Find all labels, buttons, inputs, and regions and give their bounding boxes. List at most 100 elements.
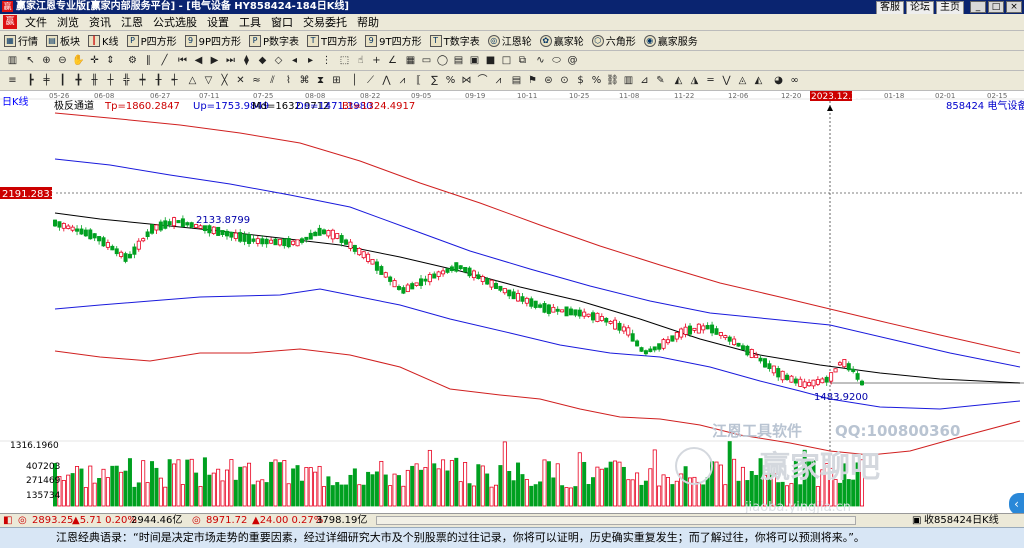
bar-style-icon[interactable]: ┣ (24, 74, 37, 87)
pin-icon[interactable]: ⊿ (638, 74, 651, 87)
zoom-out-icon[interactable]: ⊖ (56, 54, 69, 67)
curve-icon[interactable]: ∿ (534, 54, 547, 67)
menu-file[interactable]: 文件 (20, 14, 52, 30)
menu-settings[interactable]: 设置 (202, 14, 234, 30)
arrow-right-icon[interactable]: ▸ (304, 54, 317, 67)
menu-info[interactable]: 资讯 (84, 14, 116, 30)
bars-icon[interactable]: ▥ (622, 74, 635, 87)
link-forum[interactable]: 论坛 (906, 1, 934, 15)
hor-icon[interactable]: ═ (704, 74, 717, 87)
angle-tool-icon[interactable]: ∠ (386, 54, 399, 67)
layout-icon[interactable]: ▥ (6, 54, 19, 67)
copy-icon[interactable]: ⧉ (516, 54, 529, 67)
settings-icon[interactable]: ⚙ (126, 54, 139, 67)
zoom-in-icon[interactable]: ⊕ (40, 54, 53, 67)
mountain-icon[interactable]: ⩘ (396, 74, 409, 87)
line-chart-icon[interactable]: ╋ (72, 74, 85, 87)
ma-icon[interactable]: ┼ (104, 74, 117, 87)
cycle-icon[interactable]: ⌘ (298, 74, 311, 87)
tri3-icon[interactable]: ◬ (736, 74, 749, 87)
crosshair-icon[interactable]: ✛ (88, 54, 101, 67)
menu-icon[interactable]: ≡ (6, 74, 19, 87)
toolbar-p-square[interactable]: P P四方形 (126, 33, 177, 48)
toolbar-p-table[interactable]: P P数字表 (249, 33, 299, 48)
gann-angle-icon[interactable]: ◆ (256, 54, 269, 67)
toolbar-hexagon[interactable]: ⬡ 六角形 (591, 33, 636, 48)
tri-icon[interactable]: ◭ (672, 74, 685, 87)
mark-icon[interactable]: ╳ (218, 74, 231, 87)
candle-icon[interactable]: ┃ (56, 74, 69, 87)
fan-icon[interactable]: ⟋ (364, 74, 377, 87)
toolbar-winner-wheel[interactable]: ✿ 赢家轮 (539, 33, 584, 48)
maximize-icon[interactable]: □ (988, 1, 1004, 13)
up-arrow-icon[interactable]: △ (186, 74, 199, 87)
tri4-icon[interactable]: ◭ (752, 74, 765, 87)
next-bar-icon[interactable]: ▶ (208, 54, 221, 67)
menu-formula[interactable]: 公式选股 (148, 14, 202, 30)
menu-tools[interactable]: 工具 (234, 14, 266, 30)
period-dropdown-icon[interactable]: ⇕ (104, 54, 117, 67)
box-icon[interactable]: □ (500, 54, 513, 67)
toolbar-t-square[interactable]: T T四方形 (307, 33, 357, 48)
close-icon[interactable]: × (1006, 1, 1022, 13)
select-icon[interactable]: ⬚ (338, 54, 351, 67)
status-scrollbar[interactable] (376, 516, 856, 525)
cross-icon[interactable]: ✕ (234, 74, 247, 87)
toolbar-gann-wheel[interactable]: ◎ 江恩轮 (487, 33, 532, 48)
cursor-tool-icon[interactable]: ↖ (24, 54, 37, 67)
rsi-icon[interactable]: ┽ (168, 74, 181, 87)
bollinger-icon[interactable]: ╬ (120, 74, 133, 87)
note-icon[interactable]: ✎ (654, 74, 667, 87)
arc-icon[interactable]: ⌒ (476, 74, 489, 87)
gann-box-icon[interactable]: ◇ (272, 54, 285, 67)
menu-gann[interactable]: 江恩 (116, 14, 148, 30)
menu-help[interactable]: 帮助 (352, 14, 384, 30)
toolbar-service[interactable]: ◉ 赢家服务 (643, 33, 698, 48)
toolbar-t-table[interactable]: T T数字表 (429, 33, 480, 48)
color-icon[interactable]: ◕ (772, 74, 785, 87)
target-icon[interactable]: ⊙ (558, 74, 571, 87)
chart-area[interactable]: 05-26 06-08 06-27 07-11 07-25 08-08 08-22 09-05… (0, 91, 1024, 515)
wedge-icon[interactable]: ⋀ (380, 74, 393, 87)
ohlc-icon[interactable]: ╪ (40, 74, 53, 87)
circle-tool-icon[interactable]: ◯ (436, 54, 449, 67)
link-home[interactable]: 主页 (936, 1, 964, 15)
parallel-line-icon[interactable]: ∥ (142, 54, 155, 67)
grid-tool-icon[interactable]: ▦ (404, 54, 417, 67)
menu-browse[interactable]: 浏览 (52, 14, 84, 30)
scroll-right-button[interactable]: ‹ (1009, 493, 1024, 515)
down-arrow-icon[interactable]: ▽ (202, 74, 215, 87)
gann-fan-icon[interactable]: ⧫ (240, 54, 253, 67)
dollar-icon[interactable]: $ (574, 74, 587, 87)
prev-bar-icon[interactable]: ◀ (192, 54, 205, 67)
period-icon[interactable]: ⌇ (282, 74, 295, 87)
calc-icon[interactable]: ∑ (428, 74, 441, 87)
minimize-icon[interactable]: _ (970, 1, 986, 13)
trend-line-icon[interactable]: ╱ (158, 54, 171, 67)
table-tool-icon[interactable]: ▤ (452, 54, 465, 67)
tri2-icon[interactable]: ◮ (688, 74, 701, 87)
toolbar-kline[interactable]: ┃ K线 (88, 33, 119, 48)
toolbar-quote[interactable]: ▦ 行情 (4, 33, 38, 48)
kdj-icon[interactable]: ╂ (152, 74, 165, 87)
rect-tool-icon[interactable]: ▭ (420, 54, 433, 67)
link-support[interactable]: 客服 (876, 1, 904, 15)
last-bar-icon[interactable]: ⏭ (224, 54, 237, 67)
time-icon[interactable]: ⧗ (314, 74, 327, 87)
arrow-left-icon[interactable]: ◂ (288, 54, 301, 67)
spiral-icon[interactable]: @ (566, 54, 579, 67)
pan-icon[interactable]: ✋ (72, 54, 85, 67)
kline-chart[interactable]: 05-26 06-08 06-27 07-11 07-25 08-08 08-22 09-05… (0, 91, 1024, 513)
flag-icon[interactable]: ⚑ (526, 74, 539, 87)
bracket-icon[interactable]: ⟦ (412, 74, 425, 87)
toolbar-sector[interactable]: ▤ 板块 (46, 33, 80, 48)
ruler-icon[interactable]: ⊞ (330, 74, 343, 87)
stats-icon[interactable]: ▤ (510, 74, 523, 87)
menu-trade[interactable]: 交易委托 (298, 14, 352, 30)
link-icon[interactable]: ⛓ (606, 74, 619, 87)
ellipse-icon[interactable]: ⬭ (550, 54, 563, 67)
wave-icon[interactable]: ≈ (250, 74, 263, 87)
square-grid-icon[interactable]: ▣ (468, 54, 481, 67)
zigzag-icon[interactable]: ⩘ (492, 74, 505, 87)
pct-icon[interactable]: % (590, 74, 603, 87)
